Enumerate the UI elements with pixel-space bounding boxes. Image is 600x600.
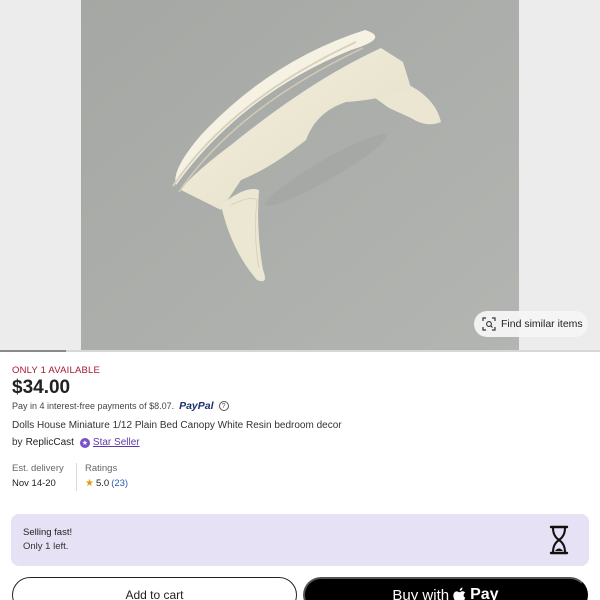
seller-row: by ReplicCast ★ Star Seller <box>12 437 140 448</box>
star-seller-icon: ★ <box>79 437 90 448</box>
selling-fast-subtext: Only 1 left. <box>23 541 69 552</box>
selling-fast-banner: Selling fast! Only 1 left. <box>11 514 589 566</box>
bed-canopy-image <box>81 0 519 352</box>
rating-score: 5.0 <box>95 478 110 489</box>
gallery-progress-fill <box>0 350 66 352</box>
installments-info: Pay in 4 interest-free payments of $8.07… <box>12 400 229 412</box>
buy-with-apple-pay-button[interactable]: Buy with Pay <box>303 577 588 600</box>
find-similar-button[interactable]: Find similar items <box>474 311 588 337</box>
product-photo[interactable] <box>81 0 519 352</box>
divider <box>76 463 77 491</box>
product-gallery[interactable]: Find similar items <box>0 0 600 352</box>
apple-logo-icon <box>453 587 466 600</box>
delivery-value: Nov 14-20 <box>12 478 56 489</box>
selling-fast-heading: Selling fast! <box>23 527 73 538</box>
find-similar-label: Find similar items <box>501 318 583 330</box>
delivery-info: Est. delivery Nov 14-20 <box>12 463 64 489</box>
installments-text: Pay in 4 interest-free payments of $8.07… <box>12 401 175 411</box>
seller-prefix: by <box>12 437 23 448</box>
hourglass-icon <box>549 525 569 555</box>
ratings-label: Ratings <box>85 463 118 474</box>
help-icon[interactable]: ? <box>218 401 229 411</box>
add-to-cart-button[interactable]: Add to cart <box>12 577 297 600</box>
star-seller-link[interactable]: Star Seller <box>93 437 140 448</box>
listing-title: Dolls House Miniature 1/12 Plain Bed Can… <box>12 420 342 431</box>
stock-notice: ONLY 1 AVAILABLE <box>12 365 101 376</box>
delivery-label: Est. delivery <box>12 463 64 474</box>
pay-label: Pay <box>470 586 499 600</box>
ratings-info[interactable]: Ratings ★ 5.0 (23) <box>85 463 128 489</box>
star-icon: ★ <box>85 478 94 489</box>
paypal-logo: PayPal <box>179 400 214 412</box>
ratings-value[interactable]: ★ 5.0 (23) <box>85 478 128 489</box>
shop-name-link[interactable]: ReplicCast <box>26 437 74 448</box>
rating-count[interactable]: (23) <box>111 478 128 489</box>
buy-with-label: Buy with <box>392 586 450 600</box>
scan-image-icon <box>482 317 496 331</box>
gallery-progress-bar <box>0 350 600 352</box>
price: $34.00 <box>12 377 71 398</box>
